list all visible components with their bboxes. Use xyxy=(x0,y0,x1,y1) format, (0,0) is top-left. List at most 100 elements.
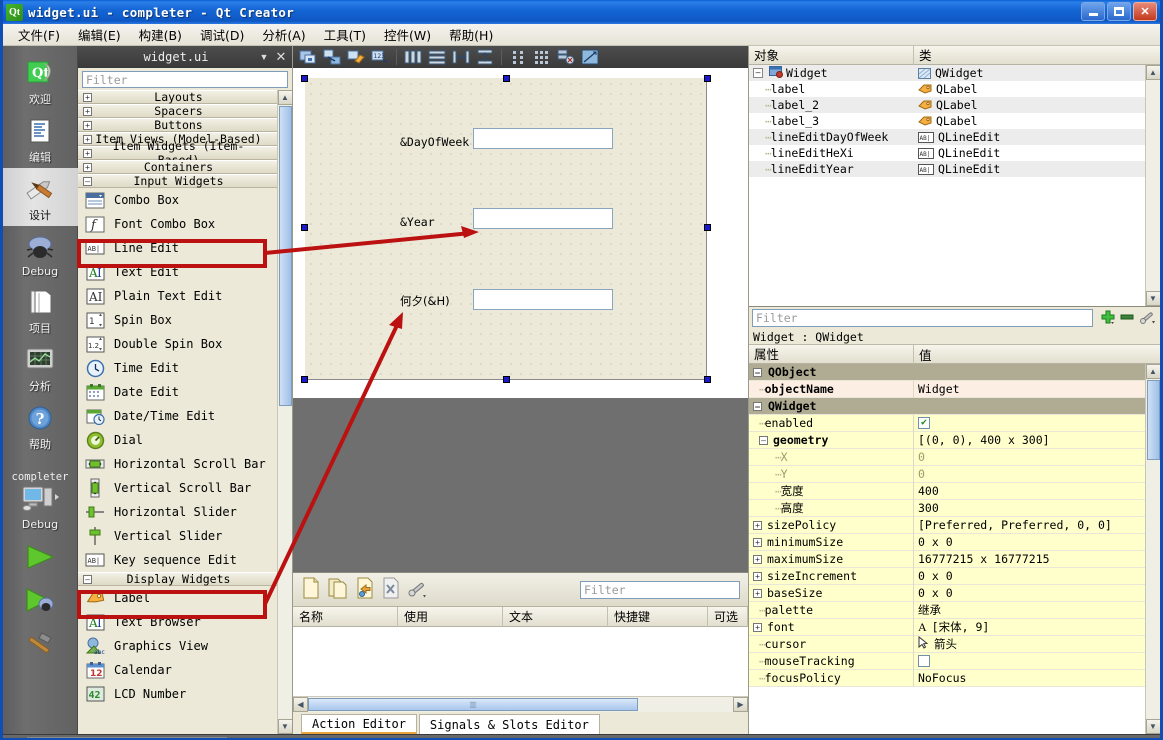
property-row-minimumsize[interactable]: + minimumSize 0 x 0 xyxy=(749,533,1145,551)
collapse-icon[interactable]: – xyxy=(83,574,92,584)
table-row[interactable]: ⋯ lineEditHeXi AB| QLineEdit xyxy=(749,145,1145,161)
action-filter-input[interactable]: Filter xyxy=(580,580,740,599)
property-row-maximumsize[interactable]: + maximumSize 16777215 x 16777215 xyxy=(749,550,1145,568)
table-row[interactable]: ⋯ label QLabel xyxy=(749,81,1145,97)
action-settings-icon[interactable] xyxy=(407,577,429,602)
property-value-cell[interactable]: 300 xyxy=(914,501,1145,515)
menu-widgets[interactable]: 控件(W) xyxy=(375,23,440,46)
menu-help[interactable]: 帮助(H) xyxy=(440,23,502,46)
table-row[interactable]: ⋯ lineEditYear AB| QLineEdit xyxy=(749,161,1145,177)
property-value-cell[interactable]: ✔ xyxy=(914,417,1145,429)
object-column-class[interactable]: 类 xyxy=(914,46,1160,65)
collapse-icon[interactable]: – xyxy=(753,401,762,411)
break-layout-icon[interactable] xyxy=(555,48,577,67)
property-value-cell[interactable]: 0 xyxy=(914,467,1145,481)
mode-edit[interactable]: 编辑 xyxy=(3,110,78,168)
property-value-cell[interactable]: 箭头 xyxy=(914,636,1145,652)
property-value-cell[interactable]: NoFocus xyxy=(914,671,1145,685)
widget-item-time-edit[interactable]: Time Edit xyxy=(78,356,277,380)
layout-grid-icon[interactable] xyxy=(531,48,553,67)
widget-item-graphics-view[interactable]: abc Graphics View xyxy=(78,634,277,658)
property-row-basesize[interactable]: + baseSize 0 x 0 xyxy=(749,584,1145,602)
widget-item-plain-text-edit[interactable]: AI Plain Text Edit xyxy=(78,284,277,308)
expand-icon[interactable]: + xyxy=(83,92,92,102)
widget-item-text-browser[interactable]: AI Text Browser xyxy=(78,610,277,634)
delete-action-icon[interactable] xyxy=(381,577,401,602)
widget-group-containers[interactable]: + Containers xyxy=(78,160,277,174)
property-filter-input[interactable]: Filter xyxy=(752,309,1093,327)
property-row-width[interactable]: ⋯ 宽度 400 xyxy=(749,482,1145,500)
resize-handle-middle-right[interactable] xyxy=(704,224,711,231)
widget-item-calendar[interactable]: 12 Calendar xyxy=(78,658,277,682)
new-action-icon[interactable] xyxy=(301,577,321,602)
menu-analyze[interactable]: 分析(A) xyxy=(253,23,314,46)
form-lineedit-year[interactable] xyxy=(473,208,613,229)
property-row-sizeincrement[interactable]: + sizeIncrement 0 x 0 xyxy=(749,567,1145,585)
maximize-button[interactable] xyxy=(1107,2,1131,21)
action-column-text[interactable]: 文本 xyxy=(503,606,608,627)
menu-tools[interactable]: 工具(T) xyxy=(315,23,375,46)
widget-item-line-edit[interactable]: AB| Line Edit xyxy=(78,236,277,260)
action-column-name[interactable]: 名称 xyxy=(293,606,398,627)
scroll-right-button[interactable]: ▶ xyxy=(733,697,748,712)
resize-handle-top-right[interactable] xyxy=(704,75,711,82)
close-button[interactable]: ✕ xyxy=(1133,2,1157,21)
scroll-up-button[interactable]: ▲ xyxy=(1145,364,1160,379)
widget-group-buttons[interactable]: + Buttons xyxy=(78,118,277,132)
form-lineedit-dayofweek[interactable] xyxy=(473,128,613,149)
scroll-up-button[interactable]: ▲ xyxy=(277,90,292,105)
build-button[interactable] xyxy=(22,629,58,660)
close-icon[interactable]: ✕ xyxy=(272,49,290,65)
widget-box-scrollbar[interactable]: ▲ ▼ xyxy=(277,90,292,734)
form-label-year[interactable]: &Year xyxy=(400,215,435,229)
property-value-cell[interactable]: [Preferred, Preferred, 0, 0] xyxy=(914,518,1145,532)
form-label-dayofweek[interactable]: &DayOfWeek xyxy=(400,135,469,149)
widget-item-horizontal-scroll-bar[interactable]: Horizontal Scroll Bar xyxy=(78,452,277,476)
mode-projects[interactable]: 项目 xyxy=(3,281,78,339)
widget-group-spacers[interactable]: + Spacers xyxy=(78,104,277,118)
action-column-checkable[interactable]: 可选的 xyxy=(708,606,748,644)
table-row[interactable]: – Widget QWidget xyxy=(749,65,1145,81)
menu-debug[interactable]: 调试(D) xyxy=(191,23,253,46)
resize-handle-middle-left[interactable] xyxy=(301,224,308,231)
scroll-thumb[interactable] xyxy=(1146,380,1160,460)
widget-item-vertical-scroll-bar[interactable]: Vertical Scroll Bar xyxy=(78,476,277,500)
property-row-palette[interactable]: ⋯ palette 继承 xyxy=(749,601,1145,619)
property-value-cell[interactable]: 400 xyxy=(914,484,1145,498)
property-value-cell[interactable]: 16777215 x 16777215 xyxy=(914,552,1145,566)
edit-buddies-icon[interactable] xyxy=(345,48,367,67)
property-row-geometry[interactable]: – geometry [(0, 0), 400 x 300] xyxy=(749,431,1145,449)
widget-item-text-edit[interactable]: AI Text Edit xyxy=(78,260,277,284)
menu-build[interactable]: 构建(B) xyxy=(130,23,191,46)
scroll-left-button[interactable]: ◀ xyxy=(293,697,308,712)
resize-handle-bottom-right[interactable] xyxy=(704,376,711,383)
expand-icon[interactable]: + xyxy=(753,571,762,581)
action-column-used[interactable]: 使用 xyxy=(398,606,503,627)
property-row-enabled[interactable]: ⋯ enabled ✔ xyxy=(749,414,1145,432)
menu-file[interactable]: 文件(F) xyxy=(9,23,69,46)
widget-item-date-edit[interactable]: Date Edit xyxy=(78,380,277,404)
property-row-focuspolicy[interactable]: ⋯ focusPolicy NoFocus xyxy=(749,669,1145,687)
widget-item-lcd-number[interactable]: 42 LCD Number xyxy=(78,682,277,706)
debug-button[interactable] xyxy=(22,586,58,617)
mode-help[interactable]: ? 帮助 xyxy=(3,397,78,455)
mode-debug[interactable]: Debug xyxy=(3,226,78,281)
collapse-icon[interactable]: – xyxy=(83,176,92,186)
scroll-down-button[interactable]: ▼ xyxy=(1145,719,1160,734)
property-row-cursor[interactable]: ⋯ cursor 箭头 xyxy=(749,635,1145,653)
widget-filter-input[interactable]: Filter xyxy=(82,71,288,88)
form-label-hexi[interactable]: 何夕(&H) xyxy=(400,293,450,309)
mode-analyze[interactable]: 分析 xyxy=(3,339,78,397)
form-widget[interactable]: &DayOfWeek &Year 何夕(&H) xyxy=(305,78,707,380)
expand-icon[interactable]: + xyxy=(753,520,762,530)
property-row-mousetracking[interactable]: ⋯ mouseTracking xyxy=(749,652,1145,670)
layout-horizontally-splitter-icon[interactable] xyxy=(450,48,472,67)
expand-icon[interactable]: + xyxy=(83,120,92,130)
plus-icon[interactable] xyxy=(1097,309,1115,328)
scroll-down-button[interactable]: ▼ xyxy=(1145,291,1160,306)
property-row-sizepolicy[interactable]: + sizePolicy [Preferred, Preferred, 0, 0… xyxy=(749,516,1145,534)
property-column-value[interactable]: 值 xyxy=(914,345,1160,364)
expand-icon[interactable]: + xyxy=(83,106,92,116)
widget-item-key-sequence-edit[interactable]: AB| Key sequence Edit xyxy=(78,548,277,572)
expand-icon[interactable]: + xyxy=(753,588,762,598)
